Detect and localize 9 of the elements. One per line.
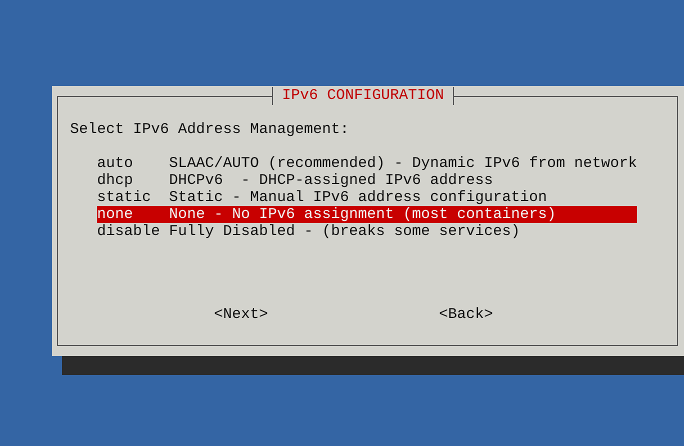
menu-option[interactable]: static Static - Manual IPv6 address configuration — [97, 189, 637, 206]
menu-option[interactable]: disable Fully Disabled - (breaks some services) — [97, 223, 637, 240]
menu-option[interactable]: none None - No IPv6 assignment (most containers) — [97, 206, 637, 223]
dialog-title: IPv6 CONFIGURATION — [272, 87, 454, 105]
menu-option[interactable]: auto SLAAC/AUTO (recommended) - Dynamic IPv6 from network — [97, 155, 637, 172]
dialog-button[interactable]: <Back> — [439, 306, 494, 323]
dialog-button[interactable]: <Next> — [214, 306, 268, 323]
menu-option[interactable]: dhcp DHCPv6 - DHCP-assigned IPv6 address — [97, 172, 637, 189]
prompt-text: Select IPv6 Address Management: — [70, 121, 350, 138]
